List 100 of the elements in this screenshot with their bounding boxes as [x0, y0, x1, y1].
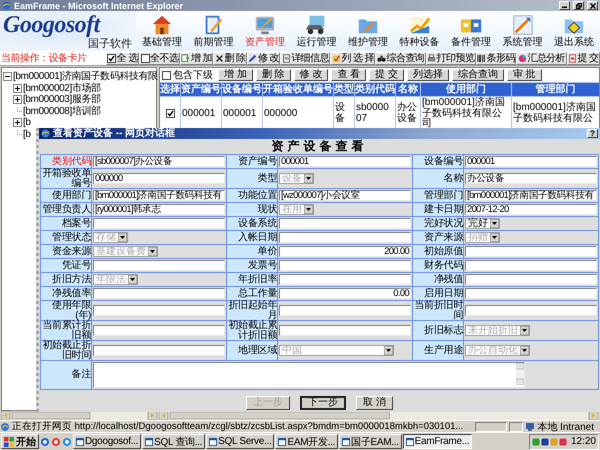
- help-button[interactable]: ?: [587, 129, 598, 138]
- dialog-button[interactable]: 下一步: [300, 396, 346, 410]
- tree-item[interactable]: [bm000008]培训部: [23, 106, 101, 117]
- nav-item[interactable]: 基础管理: [142, 37, 182, 49]
- toolbar-button[interactable]: 综合查询: [375, 52, 426, 64]
- input-field[interactable]: [ry000001]韩承志: [93, 204, 225, 215]
- dialog-button[interactable]: 取 消: [356, 396, 393, 410]
- input-field[interactable]: [279, 305, 411, 316]
- field-label: 管理负责人: [41, 203, 91, 216]
- checkbox-icon[interactable]: [107, 54, 116, 62]
- input-field[interactable]: [465, 274, 597, 285]
- start-button[interactable]: 开始: [1, 434, 39, 449]
- toolbar-button[interactable]: 详细信息: [280, 52, 330, 64]
- pencil-icon: [248, 54, 258, 62]
- dropdown[interactable]: 完好: [465, 218, 500, 229]
- taskbar-button[interactable]: SQL Serve...: [206, 434, 274, 449]
- input-field[interactable]: 000001: [465, 156, 597, 167]
- toolbar-button[interactable]: 条形码: [476, 52, 516, 64]
- nav-item[interactable]: 特种设备: [400, 37, 440, 49]
- input-field[interactable]: [wz000007]小会议室: [279, 190, 411, 201]
- input-field[interactable]: 200.00: [279, 246, 411, 257]
- toolbar-button[interactable]: 列 选 择: [330, 52, 376, 64]
- checkbox-icon[interactable]: [140, 54, 150, 62]
- logo: Googosoft: [2, 12, 100, 38]
- toolbar-button[interactable]: 删 除: [213, 52, 247, 64]
- remarks-field[interactable]: [93, 362, 525, 388]
- input-field[interactable]: [93, 305, 225, 316]
- toolbar-button[interactable]: 修 改: [246, 52, 280, 64]
- expand-icon[interactable]: [13, 84, 22, 93]
- toolbar-checkbox[interactable]: 全不选: [139, 52, 180, 64]
- field-label: 财务代码: [413, 259, 463, 272]
- input-field[interactable]: 办公设备: [465, 173, 597, 184]
- nav-item[interactable]: 资产管理: [244, 37, 285, 49]
- input-field[interactable]: [93, 260, 225, 271]
- input-field[interactable]: [465, 305, 597, 316]
- input-field[interactable]: [279, 218, 411, 229]
- panel-button[interactable]: 审 批: [506, 69, 542, 81]
- toolbar-button[interactable]: 汇总分析: [516, 52, 567, 64]
- input-field[interactable]: [279, 232, 411, 243]
- input-field[interactable]: [465, 260, 597, 271]
- include-sub-checkbox[interactable]: 包含下级: [162, 68, 213, 82]
- input-field[interactable]: 000001: [279, 156, 411, 167]
- nav-item[interactable]: 系统管理: [502, 37, 543, 49]
- tree-item[interactable]: [b: [23, 117, 31, 128]
- field-label: 发票号: [227, 259, 277, 272]
- panel-button[interactable]: 修 改: [294, 69, 328, 81]
- panel-button[interactable]: 列选择: [406, 69, 449, 81]
- nav-item[interactable]: 退出系统: [554, 37, 594, 49]
- input-field[interactable]: 2007-12-20: [465, 204, 597, 215]
- table-cell: 办公设备: [396, 97, 420, 130]
- input-field[interactable]: [279, 325, 411, 336]
- checkbox-icon[interactable]: [162, 70, 171, 80]
- input-field[interactable]: [279, 274, 411, 285]
- taskbar-button[interactable]: EamFrame...: [402, 434, 472, 449]
- expand-icon[interactable]: [13, 118, 22, 128]
- field-label: 开箱验收单编号: [41, 169, 91, 188]
- input-field[interactable]: [465, 246, 597, 257]
- input-field[interactable]: [279, 260, 411, 271]
- panel-button[interactable]: 综合查询: [452, 69, 504, 81]
- panel-button[interactable]: 增 加: [218, 69, 253, 81]
- input-field[interactable]: [bm000001]济南国子数码科技有: [465, 190, 597, 201]
- panel-button[interactable]: 提 交: [369, 69, 404, 81]
- expand-icon[interactable]: [13, 95, 22, 104]
- scrollbar[interactable]: [516, 363, 524, 385]
- collapse-icon[interactable]: [3, 72, 12, 82]
- toolbar-checkbox[interactable]: 全 选: [106, 52, 140, 64]
- grid-chart-icon[interactable]: [510, 13, 535, 37]
- tree-item[interactable]: [bm000001]济南国子数码科技有限: [13, 71, 158, 82]
- close-button[interactable]: [587, 1, 598, 10]
- input-field[interactable]: [465, 288, 597, 299]
- dialog-title: 查看资产设备 -- 网页对话框: [53, 128, 176, 139]
- nav-item[interactable]: 备件管理: [451, 37, 492, 49]
- taskbar-button[interactable]: SQL 查询...: [142, 434, 206, 449]
- minimize-button[interactable]: [559, 1, 570, 10]
- nav-item[interactable]: 运行管理: [296, 37, 336, 49]
- panel-button[interactable]: 查 看: [331, 69, 366, 81]
- tree-item[interactable]: [bm000002]市场部: [23, 82, 101, 94]
- nav-item[interactable]: 维护管理: [348, 37, 388, 49]
- tree-item[interactable]: [b: [23, 128, 31, 140]
- panel-button[interactable]: 删 除: [256, 69, 291, 81]
- input-field[interactable]: [93, 325, 225, 336]
- restore-button[interactable]: [573, 1, 584, 10]
- input-field[interactable]: [93, 218, 225, 229]
- scrollbar[interactable]: [1, 411, 157, 420]
- input-field[interactable]: 000000: [93, 173, 225, 184]
- nav-item[interactable]: 前期管理: [193, 37, 234, 49]
- toolbar-button[interactable]: 提 交: [566, 52, 600, 64]
- taskbar-button[interactable]: EAM开发...: [275, 434, 338, 449]
- field-label: 折旧起始年月: [227, 301, 277, 320]
- input-field[interactable]: [93, 288, 225, 299]
- taskbar-button[interactable]: 国子EAM...: [339, 434, 402, 449]
- input-field[interactable]: [bm000001]济南国子数码科技有: [93, 190, 225, 201]
- input-field[interactable]: 0.00: [279, 288, 411, 299]
- input-field[interactable]: [93, 345, 225, 356]
- toolbar-button[interactable]: 增 加: [180, 52, 214, 64]
- toolbar-button[interactable]: 打印预览: [426, 52, 476, 64]
- input-field[interactable]: [sb000007]办公设备: [93, 156, 225, 167]
- row-checkbox[interactable]: [166, 109, 174, 118]
- taskbar-button[interactable]: Dgoogosof...: [73, 434, 142, 449]
- tree-item[interactable]: [bm000003]服务部: [23, 94, 101, 106]
